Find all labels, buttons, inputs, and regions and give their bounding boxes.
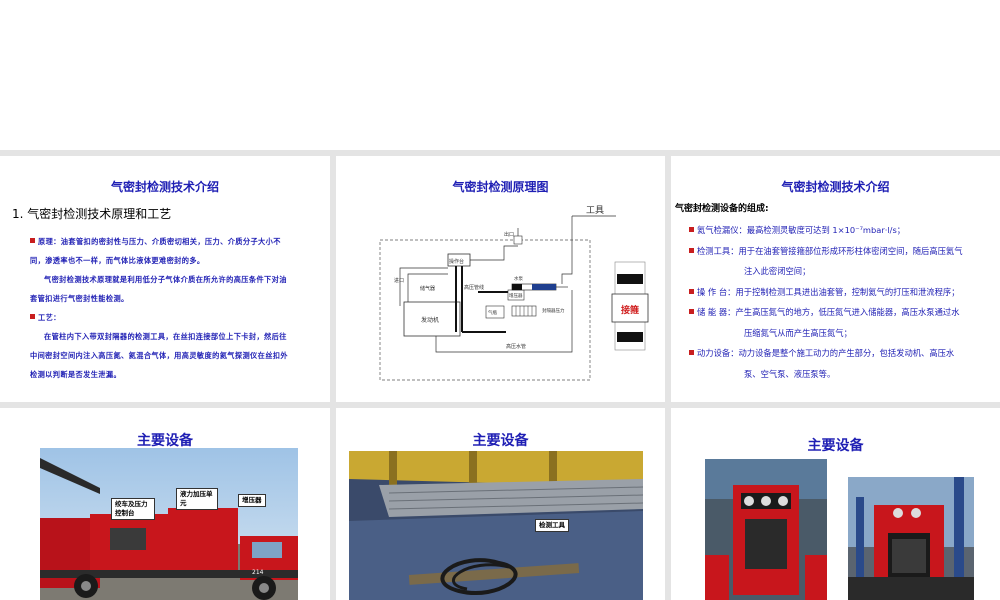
slide-title: 气密封检测技术介绍 <box>781 180 890 194</box>
principle-paragraph: 原理：油套管扣的密封性与压力、介质密切相关，压力、介质分子大小不同，渗透率也不一… <box>30 237 281 265</box>
callout-detection-tool: 检测工具 <box>535 519 569 532</box>
section-heading: 1. 气密封检测技术原理和工艺 <box>12 207 172 221</box>
booster-label: 增压器 <box>509 292 523 299</box>
list-item: 动力设备：动力设备是整个施工动力的产生部分，包括发动机、高压水 <box>689 343 997 364</box>
svg-text:214: 214 <box>252 569 264 576</box>
bullet-icon <box>689 247 694 253</box>
equipment-truck-photo: 214 <box>40 448 298 600</box>
bullet-icon <box>30 314 35 319</box>
slide-thumbnail-1[interactable]: 气密封检测技术介绍 1. 气密封检测技术原理和工艺 原理：油套管扣的密封性与压力… <box>0 156 330 402</box>
slide-thumbnail-2[interactable]: 气密封检测原理图 工具 发动机 操作台 出口 进口 高压管线 储气器 气瓶 增压… <box>336 156 665 402</box>
inlet-label: 进口 <box>394 277 404 284</box>
tool-photo-image <box>349 451 643 600</box>
packer-pressure-label: 封隔器压力 <box>542 307 565 314</box>
principle-diagram: 工具 发动机 操作台 出口 进口 高压管线 储气器 气瓶 增压器 封隔器压力 高… <box>379 205 649 381</box>
slide-thumbnail-4[interactable]: 主要设备 214 绞车及压力控制台 液力加压单元 增压器 <box>0 408 330 600</box>
callout-winch-control: 绞车及压力控制台 <box>111 498 155 520</box>
gas-cylinder-label: 气瓶 <box>488 309 497 316</box>
list-item: 检测工具：用于在油套管接箍部位形成环形柱体密闭空间，随后高压氦气 <box>689 241 997 262</box>
left-equipment-image <box>705 459 827 600</box>
list-item: 操 作 台：用于控制检测工具进出油套管，控制氦气的打压和泄流程序； <box>689 282 997 303</box>
bullet-icon <box>689 227 694 232</box>
hp-line-label: 高压管线 <box>464 284 484 291</box>
process-paragraph: 在管柱内下入带双封隔器的检测工具，在丝扣连接部位上下卡封，然后往中间密封空间内注… <box>30 332 288 379</box>
pump-label: 水泵 <box>514 275 523 282</box>
bullet-icon <box>689 288 694 294</box>
bullet-icon <box>30 238 35 243</box>
engine-label: 发动机 <box>421 316 439 324</box>
list-item-continuation: 注入此密闭空间； <box>744 266 811 276</box>
right-equipment-image <box>848 477 974 600</box>
list-item: 氦气检漏仪：最高检测灵敏度可达到 1×10⁻⁷mbar·l/s； <box>689 220 997 241</box>
equipment-intro: 气密封检测设备的组成: <box>675 204 769 214</box>
slide-thumbnail-3[interactable]: 气密封检测技术介绍 气密封检测设备的组成: 氦气检漏仪：最高检测灵敏度可达到 1… <box>671 156 1000 402</box>
gas-storage-label: 储气器 <box>420 285 435 292</box>
slide-thumbnail-6[interactable]: 主要设备 <box>671 408 1000 600</box>
list-item: 储 能 器：产生高压氮气的地方，低压氮气进入储能器，高压水泵通过水 <box>689 302 997 323</box>
callout-hydraulic-unit: 液力加压单元 <box>176 488 218 510</box>
slide-thumbnail-5[interactable]: 主要设备 检测工具 <box>336 408 665 600</box>
process-label-paragraph: 工艺： <box>30 308 292 327</box>
hp-water-label: 高压水管 <box>506 343 526 350</box>
principle-detail-paragraph: 气密封检测技术原理就是利用低分子气体介质在所允许的高压条件下对油套管扣进行气密封… <box>30 275 287 303</box>
tool-label: 工具 <box>586 205 604 216</box>
list-item-continuation: 压缩氮气从而产生高压氮气； <box>744 327 852 338</box>
slide-body-text: 原理：油套管扣的密封性与压力、介质密切相关，压力、介质分子大小不同，渗透率也不一… <box>30 232 292 384</box>
bullet-icon <box>689 350 694 355</box>
collar-label: 接箍 <box>621 304 639 316</box>
slide-title: 主要设备 <box>472 433 529 449</box>
equipment-photo-right <box>848 477 974 600</box>
list-item-continuation: 泵、空气泵、液压泵等。 <box>744 368 836 379</box>
callout-booster: 增压器 <box>238 494 266 507</box>
slide-title: 主要设备 <box>807 438 864 454</box>
equipment-photo-left <box>705 459 827 600</box>
blank-top-area <box>0 0 1000 150</box>
bullet-icon <box>689 309 694 314</box>
slide-title: 气密封检测技术介绍 <box>110 180 219 194</box>
control-label: 操作台 <box>449 258 464 265</box>
slide-title: 主要设备 <box>137 433 193 449</box>
detection-tool-photo <box>349 451 643 600</box>
outlet-label: 出口 <box>504 231 514 238</box>
truck-photo-image: 214 <box>40 448 298 600</box>
equipment-list: 氦气检漏仪：最高检测灵敏度可达到 1×10⁻⁷mbar·l/s； 检测工具：用于… <box>689 220 997 384</box>
